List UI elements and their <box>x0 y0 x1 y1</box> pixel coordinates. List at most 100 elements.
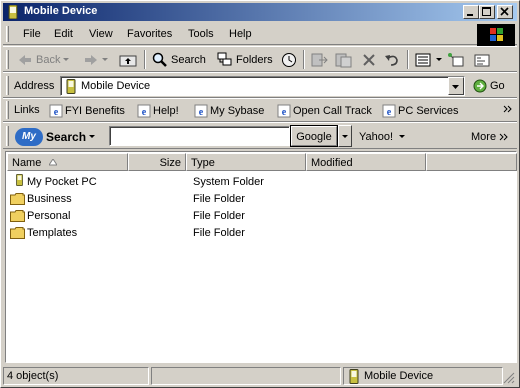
menu-help[interactable]: Help <box>229 28 252 40</box>
google-search-button[interactable]: Google <box>290 125 338 147</box>
yahoo-search-button[interactable]: Yahoo! <box>359 127 406 147</box>
standard-toolbar: Back Search Folders <box>3 46 517 72</box>
window-title: Mobile Device <box>24 5 98 17</box>
file-name: Business <box>27 193 72 205</box>
windows-flag-icon <box>490 28 503 41</box>
back-button[interactable]: Back <box>17 50 70 70</box>
explorer-window: Mobile Device File Edit View Favorites T… <box>0 0 520 388</box>
file-type: File Folder <box>193 210 245 222</box>
menu-grip[interactable] <box>6 26 9 42</box>
properties-button[interactable] <box>473 50 491 70</box>
list-item[interactable]: My Pocket PC System Folder <box>8 174 508 191</box>
maximize-button[interactable] <box>479 5 495 19</box>
file-name: Personal <box>27 210 71 222</box>
svg-text:e: e <box>142 107 147 118</box>
folder-icon <box>10 193 25 205</box>
status-empty-panel <box>151 367 341 385</box>
mysearch-input[interactable] <box>113 129 285 143</box>
chevron-more-icon[interactable] <box>503 104 513 114</box>
menu-edit[interactable]: Edit <box>54 28 73 40</box>
address-combo[interactable] <box>60 76 465 96</box>
undo-button[interactable] <box>383 50 401 70</box>
svg-text:e: e <box>54 107 59 118</box>
column-header-modified[interactable]: Modified <box>306 153 426 171</box>
search-button[interactable]: Search <box>152 50 206 70</box>
mobile-device-icon <box>8 5 18 19</box>
links-label: Links <box>14 104 40 116</box>
undo-icon <box>385 55 398 66</box>
copy-to-icon <box>335 53 352 68</box>
column-header-filler <box>426 153 517 171</box>
list-item[interactable]: Templates File Folder <box>8 225 508 242</box>
menu-favorites[interactable]: Favorites <box>127 28 172 40</box>
delete-x-icon <box>363 54 375 66</box>
move-to-button[interactable] <box>311 50 329 70</box>
link-pc-services[interactable]: e PC Services <box>382 104 459 118</box>
links-grip[interactable] <box>6 101 9 119</box>
engine-dropdown-button[interactable] <box>338 125 352 147</box>
link-fyi-benefits[interactable]: e FYI Benefits <box>49 104 125 118</box>
list-item[interactable]: Personal File Folder <box>8 208 508 225</box>
menu-view[interactable]: View <box>89 28 113 40</box>
address-input[interactable] <box>81 79 441 93</box>
svg-text:e: e <box>282 107 287 118</box>
address-dropdown-button[interactable] <box>448 77 464 95</box>
folder-icon <box>10 227 25 239</box>
mobile-device-icon <box>16 174 23 186</box>
toolbar-grip[interactable] <box>6 50 9 69</box>
sync-icon <box>448 53 464 67</box>
chevron-down-icon <box>452 85 459 89</box>
sort-ascending-icon <box>49 159 57 166</box>
file-type: File Folder <box>193 193 245 205</box>
back-arrow-icon <box>19 55 31 65</box>
file-name: My Pocket PC <box>27 176 97 188</box>
chevron-down-icon <box>102 58 108 61</box>
minimize-button[interactable] <box>463 5 479 19</box>
title-bar[interactable]: Mobile Device <box>3 3 517 21</box>
sync-button[interactable] <box>447 50 465 70</box>
forward-arrow-icon <box>85 55 97 65</box>
address-grip[interactable] <box>6 76 9 95</box>
folders-icon <box>217 52 232 66</box>
menu-file[interactable]: File <box>23 28 41 40</box>
move-to-icon <box>311 53 328 67</box>
file-list-view[interactable]: Name Size Type Modified My Pocket PC Sys… <box>5 151 517 363</box>
history-button[interactable] <box>281 50 297 70</box>
mysearch-input-box[interactable] <box>109 126 290 146</box>
column-header-type[interactable]: Type <box>186 153 306 171</box>
minimize-icon <box>467 14 473 16</box>
status-bar: 4 object(s) Mobile Device <box>3 366 517 386</box>
menu-bar: File Edit View Favorites Tools Help <box>3 23 517 45</box>
close-icon <box>500 7 509 16</box>
forward-button[interactable] <box>83 50 109 70</box>
ie-page-icon: e <box>277 104 291 118</box>
more-button[interactable]: More <box>471 127 509 147</box>
mysearch-brand-button[interactable]: My Search <box>15 127 96 147</box>
chevron-down-icon <box>63 58 70 61</box>
chevron-down-icon <box>399 135 406 138</box>
link-open-call-track[interactable]: e Open Call Track <box>277 104 372 118</box>
close-button[interactable] <box>497 5 513 19</box>
toolbar-separator <box>407 50 409 69</box>
resize-grip-icon[interactable] <box>503 372 515 384</box>
views-button[interactable] <box>415 50 443 70</box>
up-folder-button[interactable] <box>119 50 137 70</box>
properties-icon <box>474 54 490 67</box>
menu-tools[interactable]: Tools <box>188 28 214 40</box>
history-clock-icon <box>282 53 296 67</box>
folder-icon <box>10 210 25 222</box>
chevron-down-icon <box>436 58 442 61</box>
copy-to-button[interactable] <box>335 50 353 70</box>
delete-button[interactable] <box>361 50 377 70</box>
column-header-size[interactable]: Size <box>128 153 186 171</box>
search-grip[interactable] <box>6 126 9 146</box>
column-header-name[interactable]: Name <box>7 153 128 171</box>
go-button[interactable]: Go <box>473 76 505 96</box>
chevron-down-icon <box>342 135 348 138</box>
list-item[interactable]: Business File Folder <box>8 191 508 208</box>
file-name: Templates <box>27 227 78 239</box>
link-my-sybase[interactable]: e My Sybase <box>194 104 264 118</box>
link-help[interactable]: e Help! <box>137 104 179 118</box>
folders-button[interactable]: Folders <box>217 50 273 70</box>
mobile-device-icon <box>349 369 359 384</box>
